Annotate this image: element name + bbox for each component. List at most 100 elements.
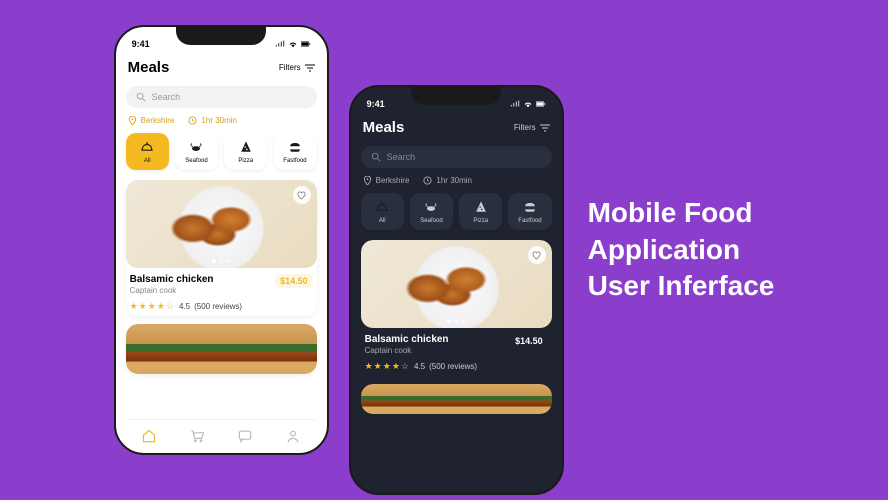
notch <box>411 87 501 105</box>
heart-icon <box>297 191 306 200</box>
bottom-nav <box>126 419 317 453</box>
meal-name: Balsamic chicken <box>365 334 449 345</box>
category-label: Seafood <box>185 158 207 164</box>
serving-lid-icon <box>139 139 155 155</box>
location-label: Berkshire <box>376 176 410 185</box>
search-placeholder: Search <box>387 152 416 162</box>
rating-value: 4.5 <box>414 362 425 371</box>
meal-card-2[interactable] <box>361 384 552 414</box>
meal-image-2 <box>361 384 552 414</box>
location-label: Berkshire <box>141 116 175 125</box>
status-time: 9:41 <box>367 99 385 109</box>
category-pizza[interactable]: Pizza <box>224 133 267 170</box>
page-title: Meals <box>128 59 170 76</box>
serving-lid-icon <box>374 199 390 215</box>
categories-row: All Seafood Pizza Fastfood <box>126 133 317 170</box>
hero-line-1: Mobile Food <box>588 195 775 231</box>
info-row: Berkshire 1hr 30min <box>361 176 552 185</box>
burger-icon <box>287 139 303 155</box>
page-title: Meals <box>363 119 405 136</box>
location-icon <box>363 176 372 185</box>
rating-row: ★★★★☆ 4.5 (500 reviews) <box>361 361 552 376</box>
category-label: Seafood <box>420 218 442 224</box>
burger-icon <box>522 199 538 215</box>
hero-line-2: Application <box>588 232 775 268</box>
meal-card-2[interactable] <box>126 324 317 374</box>
search-input[interactable]: Search <box>361 146 552 168</box>
search-icon <box>136 92 146 102</box>
nav-chat[interactable] <box>237 428 253 449</box>
status-icons <box>510 100 546 108</box>
time-label: 1hr 30min <box>201 116 237 125</box>
favorite-button[interactable] <box>293 186 311 204</box>
status-time: 9:41 <box>132 39 150 49</box>
filters-button[interactable]: Filters <box>279 63 315 72</box>
search-input[interactable]: Search <box>126 86 317 108</box>
nav-profile[interactable] <box>285 428 301 449</box>
signal-icon <box>510 100 520 108</box>
category-fastfood[interactable]: Fastfood <box>273 133 316 170</box>
location-chip[interactable]: Berkshire <box>363 176 410 185</box>
nav-cart[interactable] <box>189 428 205 449</box>
category-seafood[interactable]: Seafood <box>410 193 453 230</box>
category-label: Fastfood <box>518 218 541 224</box>
meal-info: Balsamic chicken Captain cook $14.50 <box>361 328 552 359</box>
nav-home[interactable] <box>141 428 157 449</box>
notch <box>176 27 266 45</box>
reviews-count: (500 reviews) <box>429 362 477 371</box>
category-seafood[interactable]: Seafood <box>175 133 218 170</box>
chat-icon <box>237 428 253 444</box>
location-icon <box>128 116 137 125</box>
battery-icon <box>536 100 546 108</box>
clock-icon <box>423 176 432 185</box>
favorite-button[interactable] <box>528 246 546 264</box>
signal-icon <box>275 40 285 48</box>
rating-value: 4.5 <box>179 302 190 311</box>
time-chip[interactable]: 1hr 30min <box>423 176 472 185</box>
category-all[interactable]: All <box>361 193 404 230</box>
crab-icon <box>188 139 204 155</box>
meal-name: Balsamic chicken <box>130 274 214 285</box>
meal-price: $14.50 <box>275 274 313 288</box>
pizza-icon <box>238 139 254 155</box>
location-chip[interactable]: Berkshire <box>128 116 175 125</box>
star-icon: ★★★★☆ <box>130 301 175 312</box>
category-label: All <box>144 158 151 164</box>
rating-row: ★★★★☆ 4.5 (500 reviews) <box>126 301 317 316</box>
info-row: Berkshire 1hr 30min <box>126 116 317 125</box>
meal-info: Balsamic chicken Captain cook $14.50 <box>126 268 317 299</box>
status-icons <box>275 40 311 48</box>
star-icon: ★★★★☆ <box>365 361 410 372</box>
phones-container: 9:41 Meals Filters Search Berkshire <box>114 5 564 495</box>
meal-card[interactable]: Balsamic chicken Captain cook $14.50 ★★★… <box>126 180 317 316</box>
reviews-count: (500 reviews) <box>194 302 242 311</box>
meal-cook: Captain cook <box>130 286 214 295</box>
filters-button[interactable]: Filters <box>514 123 550 132</box>
category-all[interactable]: All <box>126 133 169 170</box>
meal-card[interactable]: Balsamic chicken Captain cook $14.50 ★★★… <box>361 240 552 376</box>
meal-image-2 <box>126 324 317 374</box>
clock-icon <box>188 116 197 125</box>
battery-icon <box>301 40 311 48</box>
meal-image <box>126 180 317 268</box>
image-pagination[interactable] <box>212 259 230 263</box>
wifi-icon <box>523 100 533 108</box>
categories-row: All Seafood Pizza Fastfood <box>361 193 552 230</box>
image-pagination[interactable] <box>447 319 465 323</box>
hero-text: Mobile Food Application User Inferface <box>588 195 775 304</box>
category-fastfood[interactable]: Fastfood <box>508 193 551 230</box>
time-label: 1hr 30min <box>436 176 472 185</box>
search-icon <box>371 152 381 162</box>
home-icon <box>141 428 157 444</box>
phone-light: 9:41 Meals Filters Search Berkshire <box>114 25 329 455</box>
search-placeholder: Search <box>152 92 181 102</box>
phone-dark: 9:41 Meals Filters Search Berkshire <box>349 85 564 495</box>
pizza-icon <box>473 199 489 215</box>
meal-cook: Captain cook <box>365 346 449 355</box>
filters-label: Filters <box>279 63 301 72</box>
category-pizza[interactable]: Pizza <box>459 193 502 230</box>
time-chip[interactable]: 1hr 30min <box>188 116 237 125</box>
meal-image <box>361 240 552 328</box>
wifi-icon <box>288 40 298 48</box>
hero-line-3: User Inferface <box>588 268 775 304</box>
